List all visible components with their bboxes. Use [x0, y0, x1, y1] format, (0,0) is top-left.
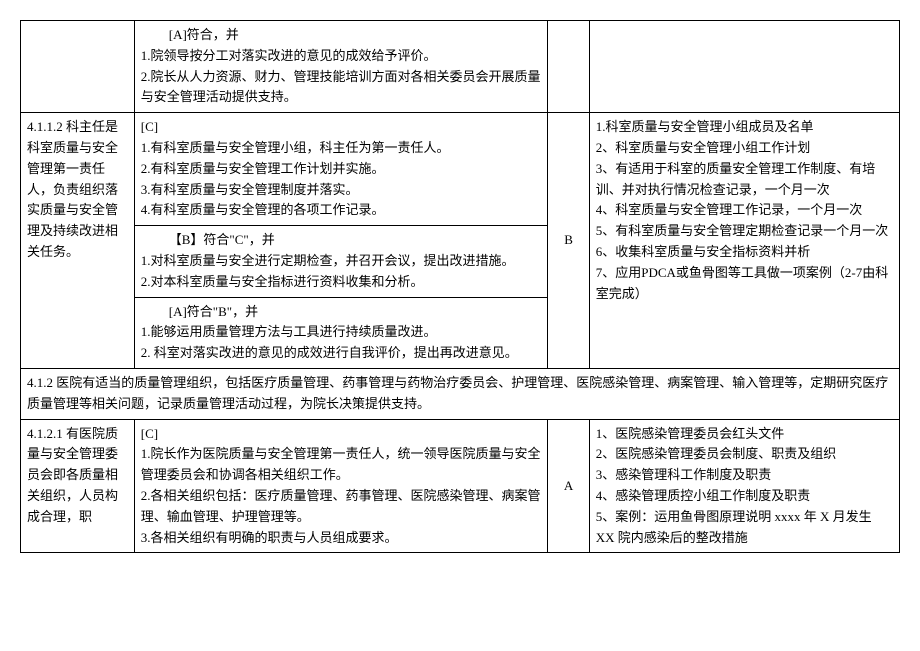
cell-description-b: 【B】符合"C"，并 1.对科室质量与安全进行定期检查，并召开会议，提出改进措施… [134, 226, 548, 297]
table-row: 4.1.1.2 科主任是科室质量与安全管理第一责任人，负责组织落实质量与安全管理… [21, 113, 900, 226]
cell-criteria: 4.1.2.1 有医院质量与安全管理委员会即各质量相关组织，人员构成合理，职 [21, 419, 135, 553]
table-row: [A]符合，并 1.院领导按分工对落实改进的意见的成效给予评价。 2.院长从人力… [21, 21, 900, 113]
section-header-row: 4.1.2 医院有适当的质量管理组织，包括医疗质量管理、药事管理与药物治疗委员会… [21, 368, 900, 419]
cell-grade [548, 21, 589, 113]
level-c-header: [C] [141, 117, 542, 138]
level-a-header: [A]符合，并 [141, 25, 542, 46]
text-line: 3.各相关组织有明确的职责与人员组成要求。 [141, 528, 542, 549]
text-line: 1.科室质量与安全管理小组成员及名单 [596, 117, 893, 138]
text-line: 1、医院感染管理委员会红头文件 [596, 424, 893, 445]
text-line: 3、感染管理科工作制度及职责 [596, 465, 893, 486]
text-line: 2.对本科室质量与安全指标进行资料收集和分析。 [141, 272, 542, 293]
text-line: 4、感染管理质控小组工作制度及职责 [596, 486, 893, 507]
text-line: 3.有科室质量与安全管理制度并落实。 [141, 180, 542, 201]
text-line: 1.有科室质量与安全管理小组，科主任为第一责任人。 [141, 138, 542, 159]
text-line: 2. 科室对落实改进的意见的成效进行自我评价，提出再改进意见。 [141, 343, 542, 364]
text-line: 2.院长从人力资源、财力、管理技能培训方面对各相关委员会开展质量与安全管理活动提… [141, 67, 542, 109]
text-line: 2.有科室质量与安全管理工作计划并实施。 [141, 159, 542, 180]
text-line: 6、收集科室质量与安全指标资料并析 [596, 242, 893, 263]
text-line: 2.各相关组织包括：医疗质量管理、药事管理、医院感染管理、病案管理、输血管理、护… [141, 486, 542, 528]
text-line: 1.对科室质量与安全进行定期检查，并召开会议，提出改进措施。 [141, 251, 542, 272]
text-line: 4.有科室质量与安全管理的各项工作记录。 [141, 200, 542, 221]
text-line: 1.院领导按分工对落实改进的意见的成效给予评价。 [141, 46, 542, 67]
cell-evidence [589, 21, 899, 113]
cell-description: [C] 1.院长作为医院质量与安全管理第一责任人，统一领导医院质量与安全管理委员… [134, 419, 548, 553]
cell-description-c: [C] 1.有科室质量与安全管理小组，科主任为第一责任人。 2.有科室质量与安全… [134, 113, 548, 226]
cell-evidence: 1、医院感染管理委员会红头文件 2、医院感染管理委员会制度、职责及组织 3、感染… [589, 419, 899, 553]
level-b-header: 【B】符合"C"，并 [141, 230, 542, 251]
text-line: 1.能够运用质量管理方法与工具进行持续质量改进。 [141, 322, 542, 343]
cell-criteria: 4.1.1.2 科主任是科室质量与安全管理第一责任人，负责组织落实质量与安全管理… [21, 113, 135, 369]
cell-description-a: [A]符合"B"，并 1.能够运用质量管理方法与工具进行持续质量改进。 2. 科… [134, 297, 548, 368]
level-c-header: [C] [141, 424, 542, 445]
table-row: 4.1.2.1 有医院质量与安全管理委员会即各质量相关组织，人员构成合理，职 [… [21, 419, 900, 553]
cell-description: [A]符合，并 1.院领导按分工对落实改进的意见的成效给予评价。 2.院长从人力… [134, 21, 548, 113]
text-line: 7、应用PDCA或鱼骨图等工具做一项案例（2-7由科室完成） [596, 263, 893, 305]
evaluation-table: [A]符合，并 1.院领导按分工对落实改进的意见的成效给予评价。 2.院长从人力… [20, 20, 900, 553]
cell-grade: A [548, 419, 589, 553]
cell-grade: B [548, 113, 589, 369]
text-line: 5、案例：运用鱼骨图原理说明 xxxx 年 X 月发生 XX 院内感染后的整改措… [596, 507, 893, 549]
level-a-header: [A]符合"B"，并 [141, 302, 542, 323]
text-line: 5、有科室质量与安全管理定期检查记录一个月一次 [596, 221, 893, 242]
section-header: 4.1.2 医院有适当的质量管理组织，包括医疗质量管理、药事管理与药物治疗委员会… [21, 368, 900, 419]
cell-evidence: 1.科室质量与安全管理小组成员及名单 2、科室质量与安全管理小组工作计划 3、有… [589, 113, 899, 369]
text-line: 1.院长作为医院质量与安全管理第一责任人，统一领导医院质量与安全管理委员会和协调… [141, 444, 542, 486]
text-line: 3、有适用于科室的质量安全管理工作制度、有培训、并对执行情况检查记录，一个月一次 [596, 159, 893, 201]
text-line: 2、科室质量与安全管理小组工作计划 [596, 138, 893, 159]
cell-criteria [21, 21, 135, 113]
text-line: 2、医院感染管理委员会制度、职责及组织 [596, 444, 893, 465]
text-line: 4、科室质量与安全管理工作记录，一个月一次 [596, 200, 893, 221]
